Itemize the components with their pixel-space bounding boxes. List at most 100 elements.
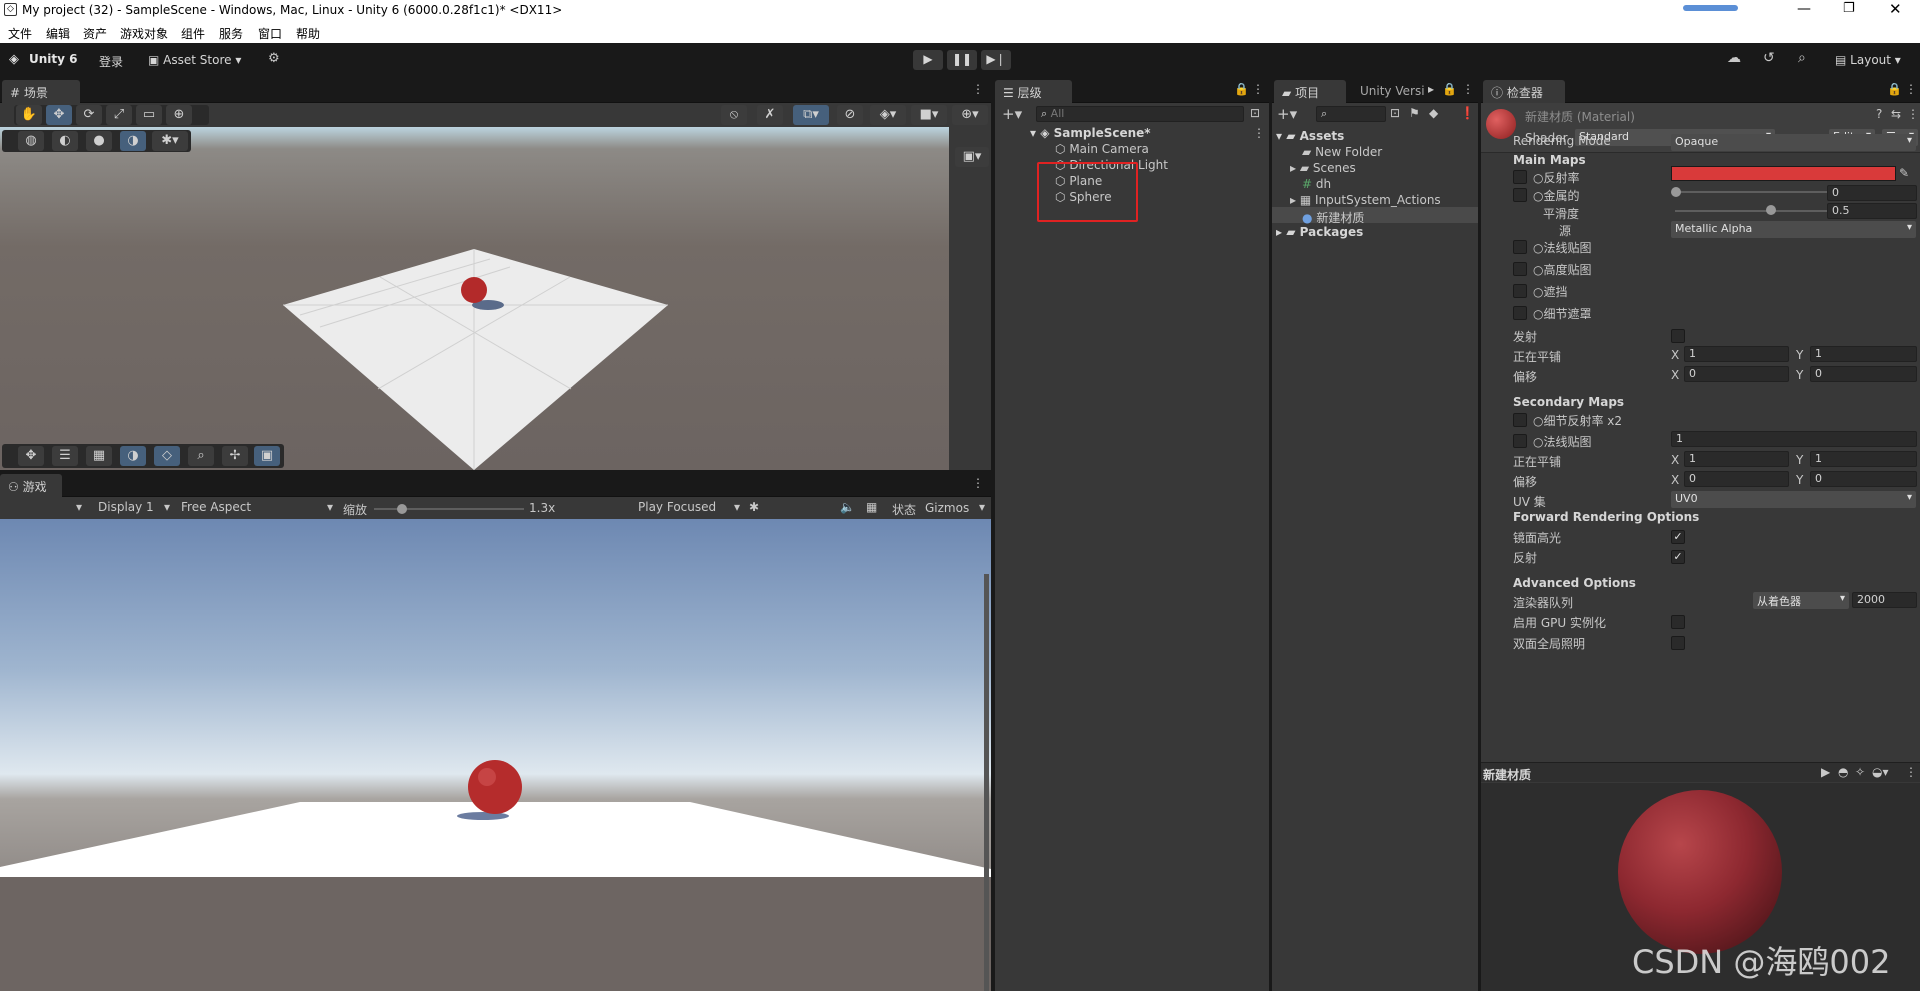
transform-tool-icon[interactable]: ⊕	[166, 105, 192, 125]
cloud-icon[interactable]: ☁	[1727, 50, 1741, 66]
game-scrollbar[interactable]	[984, 574, 989, 991]
add-icon[interactable]: +▾	[1002, 105, 1022, 123]
tag-icon[interactable]: ◆	[1429, 106, 1438, 120]
search-by-label-icon[interactable]: ⚑	[1409, 106, 1420, 120]
preview-sphere-dropdown-icon[interactable]: ◒▾	[1872, 765, 1889, 779]
reflections-checkbox[interactable]: ✓	[1671, 550, 1685, 564]
albedo-texture-slot[interactable]	[1513, 170, 1527, 184]
visibility-toggle-icon[interactable]: ⦸	[721, 105, 747, 125]
preview-shape-icon[interactable]: ◓	[1838, 765, 1848, 779]
snap-overlay-icon[interactable]: ☰	[52, 446, 78, 466]
chevron-down-icon[interactable]: ▾	[979, 500, 985, 514]
menu-window[interactable]: 窗口	[258, 25, 282, 42]
pause-button[interactable]: ❚❚	[947, 50, 977, 70]
menu-assets[interactable]: 资产	[83, 25, 107, 42]
secondary-offset-x-field[interactable]: 0	[1684, 471, 1789, 487]
rendering-mode-dropdown[interactable]: Opaque	[1671, 134, 1916, 151]
occlusion-slot[interactable]	[1513, 284, 1527, 298]
panel-menu-icon[interactable]: ⋮	[972, 476, 984, 490]
menu-edit[interactable]: 编辑	[46, 25, 70, 42]
tab-scroll-arrow-icon[interactable]: ▸	[1428, 82, 1434, 96]
panel-menu-icon[interactable]: ⋮	[1462, 82, 1474, 96]
step-button[interactable]: ▶❘	[981, 50, 1011, 70]
normal-map-slot[interactable]	[1513, 240, 1527, 254]
secondary-tiling-x-field[interactable]: 1	[1684, 451, 1789, 467]
metallic-texture-slot[interactable]	[1513, 188, 1527, 202]
tiling-x-field[interactable]: 1	[1684, 346, 1789, 362]
preview-light-icon[interactable]: ✧	[1855, 765, 1865, 779]
rotate-tool-icon[interactable]: ⟳	[76, 105, 102, 125]
maximize-button[interactable]: ❐	[1843, 1, 1855, 16]
hierarchy-search-input[interactable]: ⌕ All	[1036, 106, 1244, 122]
secondary-offset-y-field[interactable]: 0	[1810, 471, 1917, 487]
game-viewport[interactable]	[0, 519, 991, 991]
packages-folder-row[interactable]: ▸ ▰ Packages	[1276, 225, 1363, 239]
project-item-scenes[interactable]: ▸ ▰ Scenes	[1290, 161, 1356, 175]
panel-menu-icon[interactable]: ⋮	[1905, 82, 1917, 96]
close-button[interactable]: ✕	[1889, 0, 1902, 18]
fx-toggle-icon[interactable]: ✗	[757, 105, 783, 125]
secondary-tiling-y-field[interactable]: 1	[1810, 451, 1917, 467]
debug-icon[interactable]: ✱▾	[152, 131, 188, 151]
asset-store-button[interactable]: ▣ Asset Store ▾	[141, 50, 248, 70]
shaded-icon[interactable]: ●	[86, 131, 112, 151]
color-picker-icon[interactable]: ✎	[1899, 166, 1909, 180]
preview-menu-icon[interactable]: ⋮	[1905, 765, 1917, 779]
scale-tool-icon[interactable]: ⤢	[106, 105, 132, 125]
lock-icon[interactable]: 🔒	[1442, 82, 1457, 96]
metallic-slider-knob[interactable]	[1671, 187, 1681, 197]
lit-icon[interactable]: ◑	[120, 131, 146, 151]
search-by-type-icon[interactable]: ⊡	[1390, 106, 1400, 120]
search-icon[interactable]: ⌕	[1798, 50, 1806, 66]
camera-overlay-icon[interactable]: ▣	[254, 446, 280, 466]
source-dropdown[interactable]: Metallic Alpha	[1671, 221, 1916, 238]
tab-hierarchy[interactable]: ☰ 层级	[995, 80, 1072, 103]
smoothness-slider-knob[interactable]	[1766, 205, 1776, 215]
add-icon[interactable]: +▾	[1277, 105, 1297, 123]
play-mode-dropdown[interactable]: Play Focused ▾	[632, 499, 742, 517]
height-map-slot[interactable]	[1513, 262, 1527, 276]
preview-play-icon[interactable]: ▶	[1821, 765, 1830, 779]
detail-albedo-slot[interactable]	[1513, 413, 1527, 427]
scene-viewport[interactable]: ◍ ◐ ● ◑ ✱▾ ✥ ☰ ▦ ◑ ◇ ⌕ ✢ ▣	[0, 127, 949, 470]
uv-set-dropdown[interactable]: UV0	[1671, 491, 1916, 508]
game-mode-dropdown[interactable]: ▾	[76, 500, 82, 514]
render-queue-mode-dropdown[interactable]: 从着色器	[1753, 592, 1849, 609]
aspect-dropdown[interactable]: Free Aspect ▾	[175, 499, 335, 517]
orbit-overlay-icon[interactable]: ◑	[120, 446, 146, 466]
menu-component[interactable]: 组件	[181, 25, 205, 42]
render-mode-icon[interactable]: ◈▾	[870, 105, 906, 125]
assets-folder-row[interactable]: ▾ ▰ Assets	[1276, 129, 1344, 143]
render-queue-value-field[interactable]: 2000	[1852, 592, 1917, 608]
emission-checkbox[interactable]	[1671, 329, 1685, 343]
grid-overlay-icon[interactable]: ▦	[86, 446, 112, 466]
menu-help[interactable]: 帮助	[296, 25, 320, 42]
double-sided-gi-checkbox[interactable]	[1671, 636, 1685, 650]
display-dropdown[interactable]: Display 1 ▾	[92, 499, 172, 517]
hierarchy-item-main-camera[interactable]: ⬡ Main Camera	[1055, 142, 1149, 156]
project-item-material[interactable]: ● 新建材质	[1302, 209, 1364, 226]
menu-file[interactable]: 文件	[8, 25, 32, 42]
project-search-input[interactable]: ⌕	[1316, 106, 1386, 122]
tiling-y-field[interactable]: 1	[1810, 346, 1917, 362]
mute-audio-icon[interactable]: 🔈	[840, 500, 855, 514]
rect-tool-icon[interactable]: ▭	[136, 105, 162, 125]
project-item-input-actions[interactable]: ▸ ▦ InputSystem_Actions	[1290, 193, 1441, 207]
gizmos-button[interactable]: Gizmos	[925, 501, 969, 515]
gpu-instancing-checkbox[interactable]	[1671, 615, 1685, 629]
menu-gameobject[interactable]: 游戏对象	[120, 25, 168, 42]
specular-highlights-checkbox[interactable]: ✓	[1671, 530, 1685, 544]
detail-mask-slot[interactable]	[1513, 306, 1527, 320]
offset-x-field[interactable]: 0	[1684, 366, 1789, 382]
scale-slider-knob[interactable]	[397, 504, 407, 514]
gizmo-dropdown-icon[interactable]: ⊕▾	[952, 105, 988, 125]
settings-gear-icon[interactable]: ⚙	[268, 51, 280, 66]
lock-icon[interactable]: 🔒	[1234, 82, 1249, 96]
panel-menu-icon[interactable]: ⋮	[972, 82, 984, 96]
move-overlay-icon[interactable]: ✥	[18, 446, 44, 466]
search-options-icon[interactable]: ⊡	[1250, 106, 1260, 120]
scene-menu-icon[interactable]: ⋮	[1253, 126, 1265, 140]
secondary-normal-slot[interactable]	[1513, 434, 1527, 448]
camera-preview-icon[interactable]: ▣▾	[955, 147, 989, 167]
history-icon[interactable]: ↺	[1763, 50, 1775, 66]
